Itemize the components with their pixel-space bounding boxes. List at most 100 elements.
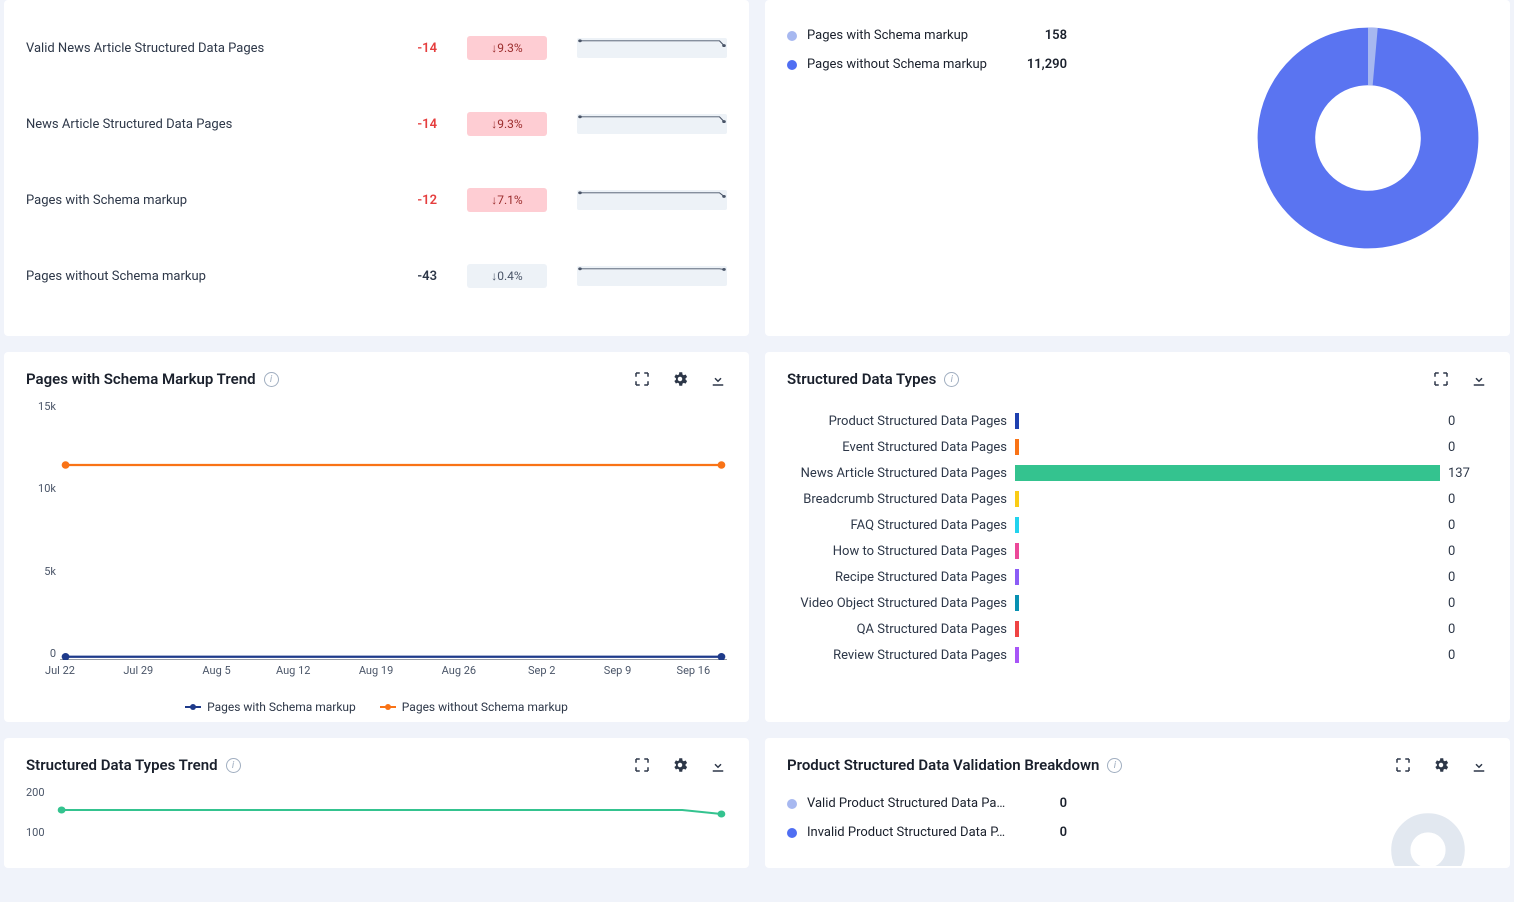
card-title: Structured Data Types Trend [26, 756, 218, 774]
card-title: Product Structured Data Validation Break… [787, 756, 1099, 774]
legend-label: Valid Product Structured Data Pa… [807, 796, 1007, 811]
hbar-label: Event Structured Data Pages [787, 440, 1007, 455]
sparkline [577, 190, 727, 210]
legend-label: Invalid Product Structured Data P… [807, 825, 1007, 840]
hbar-track [1015, 465, 1440, 481]
hbar-track [1015, 517, 1440, 533]
legend-label: Pages with Schema markup [807, 28, 1007, 43]
types-card: Structured Data Types i Product Structur… [765, 352, 1510, 722]
legend-item[interactable]: Pages with Schema markup 158 [787, 28, 1067, 43]
hbar-row[interactable]: Review Structured Data Pages 0 [787, 642, 1488, 668]
card-title: Structured Data Types [787, 370, 936, 388]
hbar-value: 0 [1448, 596, 1488, 611]
x-axis-ticks: Jul 22Jul 29 Aug 5Aug 12 Aug 19Aug 26 Se… [60, 664, 727, 684]
y-axis-ticks: 15k 10k 5k 0 [26, 400, 56, 660]
hbar-label: How to Structured Data Pages [787, 544, 1007, 559]
metric-pill: 9.3% [467, 36, 547, 60]
metric-row[interactable]: Pages with Schema markup -12 7.1% [26, 162, 727, 238]
sparkline [577, 38, 727, 58]
legend-item[interactable]: Pages with Schema markup [185, 700, 356, 714]
expand-icon[interactable] [633, 370, 651, 388]
donut-chart [1248, 18, 1488, 262]
dot-icon [787, 799, 797, 809]
chart-legend: Pages with Schema markup Pages without S… [4, 700, 749, 714]
hbar-value: 0 [1448, 492, 1488, 507]
donut-card: Pages with Schema markup 158 Pages witho… [765, 0, 1510, 336]
download-icon[interactable] [1470, 756, 1488, 774]
expand-icon[interactable] [633, 756, 651, 774]
metric-pill: 7.1% [467, 188, 547, 212]
mini-line-plot: 200 100 [26, 786, 727, 868]
types-trend-card: Structured Data Types Trend i 200 100 [4, 738, 749, 868]
hbar-label: Product Structured Data Pages [787, 414, 1007, 429]
product-breakdown-card: Product Structured Data Validation Break… [765, 738, 1510, 868]
hbar-value: 0 [1448, 570, 1488, 585]
info-icon[interactable]: i [944, 372, 959, 387]
hbar-track [1015, 543, 1440, 559]
download-icon[interactable] [709, 370, 727, 388]
metric-row[interactable]: Valid News Article Structured Data Pages… [26, 10, 727, 86]
donut-chart-empty [1368, 786, 1488, 868]
hbar-row[interactable]: Event Structured Data Pages 0 [787, 434, 1488, 460]
legend-item[interactable]: Pages without Schema markup 11,290 [787, 57, 1067, 72]
hbar-value: 0 [1448, 414, 1488, 429]
legend-value: 158 [1007, 28, 1067, 43]
gear-icon[interactable] [671, 756, 689, 774]
gear-icon[interactable] [671, 370, 689, 388]
hbar-label: Breadcrumb Structured Data Pages [787, 492, 1007, 507]
metric-row[interactable]: Pages without Schema markup -43 0.4% [26, 238, 727, 314]
hbar-row[interactable]: FAQ Structured Data Pages 0 [787, 512, 1488, 538]
hbar-value: 137 [1448, 466, 1488, 481]
hbar-label: FAQ Structured Data Pages [787, 518, 1007, 533]
hbar-label: QA Structured Data Pages [787, 622, 1007, 637]
metric-delta: -14 [357, 117, 437, 132]
hbar-value: 0 [1448, 648, 1488, 663]
metric-row[interactable]: News Article Structured Data Pages -14 9… [26, 86, 727, 162]
hbar-value: 0 [1448, 622, 1488, 637]
schema-trend-card: Pages with Schema Markup Trend i 15k 10k… [4, 352, 749, 722]
hbar-chart: Product Structured Data Pages0Event Stru… [787, 408, 1488, 668]
hbar-track [1015, 413, 1440, 429]
legend-item[interactable]: Valid Product Structured Data Pa… 0 [787, 796, 1067, 811]
gear-icon[interactable] [1432, 756, 1450, 774]
sparkline [577, 114, 727, 134]
hbar-value: 0 [1448, 440, 1488, 455]
hbar-track [1015, 595, 1440, 611]
sparkline [577, 266, 727, 286]
legend-value: 0 [1007, 796, 1067, 811]
hbar-label: Video Object Structured Data Pages [787, 596, 1007, 611]
hbar-track [1015, 621, 1440, 637]
hbar-row[interactable]: QA Structured Data Pages 0 [787, 616, 1488, 642]
hbar-row[interactable]: How to Structured Data Pages0 [787, 538, 1488, 564]
hbar-row[interactable]: News Article Structured Data Pages137 [787, 460, 1488, 486]
hbar-label: Recipe Structured Data Pages [787, 570, 1007, 585]
hbar-row[interactable]: Product Structured Data Pages 0 [787, 408, 1488, 434]
metric-label: Pages with Schema markup [26, 193, 347, 208]
hbar-track [1015, 647, 1440, 663]
legend-item[interactable]: Pages without Schema markup [380, 700, 568, 714]
dot-icon [787, 60, 797, 70]
metrics-card: Valid News Article Structured Data Pages… [4, 0, 749, 336]
download-icon[interactable] [709, 756, 727, 774]
legend-value: 11,290 [1007, 57, 1067, 72]
metric-delta: -14 [357, 41, 437, 56]
download-icon[interactable] [1470, 370, 1488, 388]
legend-item[interactable]: Invalid Product Structured Data P… 0 [787, 825, 1067, 840]
hbar-row[interactable]: Breadcrumb Structured Data Pages 0 [787, 486, 1488, 512]
expand-icon[interactable] [1432, 370, 1450, 388]
card-title: Pages with Schema Markup Trend [26, 370, 256, 388]
hbar-row[interactable]: Video Object Structured Data Pages 0 [787, 590, 1488, 616]
info-icon[interactable]: i [226, 758, 241, 773]
expand-icon[interactable] [1394, 756, 1412, 774]
metric-label: Pages without Schema markup [26, 269, 347, 284]
info-icon[interactable]: i [264, 372, 279, 387]
hbar-value: 0 [1448, 518, 1488, 533]
hbar-label: Review Structured Data Pages [787, 648, 1007, 663]
hbar-row[interactable]: Recipe Structured Data Pages 0 [787, 564, 1488, 590]
info-icon[interactable]: i [1107, 758, 1122, 773]
metric-pill: 0.4% [467, 264, 547, 288]
metric-label: Valid News Article Structured Data Pages [26, 41, 347, 56]
metric-pill: 9.3% [467, 112, 547, 136]
line-plot [60, 400, 727, 660]
legend-value: 0 [1007, 825, 1067, 840]
